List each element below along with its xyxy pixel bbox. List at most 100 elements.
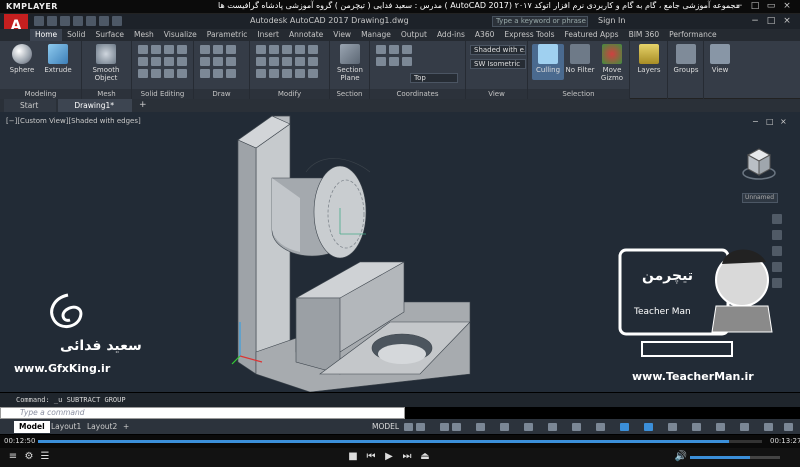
stop-icon[interactable]: ■: [346, 451, 360, 462]
new-tab-button[interactable]: +: [134, 99, 152, 112]
tab-solid[interactable]: Solid: [62, 29, 90, 41]
erase-icon[interactable]: [308, 45, 318, 54]
explode-icon[interactable]: [308, 57, 318, 66]
coordinates-dropdown[interactable]: Top: [410, 73, 458, 83]
customize-status-icon[interactable]: [784, 423, 793, 431]
add-layout-button[interactable]: +: [118, 421, 134, 433]
move-gizmo-button[interactable]: Move Gizmo: [596, 44, 628, 82]
copy-icon[interactable]: [256, 57, 266, 66]
ucs-view-icon[interactable]: [402, 57, 412, 66]
no-filter-button[interactable]: No Filter: [564, 44, 596, 74]
tab-express-tools[interactable]: Express Tools: [499, 29, 559, 41]
tab-surface[interactable]: Surface: [90, 29, 129, 41]
tab-mesh[interactable]: Mesh: [129, 29, 159, 41]
selection-cycling-icon[interactable]: [596, 423, 605, 431]
model-tab[interactable]: Model: [14, 421, 50, 433]
culling-button[interactable]: Culling: [532, 44, 564, 80]
offset-face-icon[interactable]: [177, 69, 187, 78]
intersect-icon[interactable]: [164, 45, 174, 54]
app-close-button[interactable]: ×: [780, 16, 794, 27]
layers-button[interactable]: Layers: [633, 44, 665, 74]
ucs-world-icon[interactable]: [389, 45, 399, 54]
player-fullscreen-button[interactable]: ▭: [764, 1, 778, 12]
isolate-objects-icon[interactable]: [764, 423, 773, 431]
new-icon[interactable]: [34, 16, 44, 26]
object-snap-icon[interactable]: [524, 423, 533, 431]
chamfer-edge-icon[interactable]: [151, 69, 161, 78]
viewport-restore-button[interactable]: □: [766, 117, 774, 126]
tab-view[interactable]: View: [328, 29, 356, 41]
ucs-origin-icon[interactable]: [402, 45, 412, 54]
tab-performance[interactable]: Performance: [664, 29, 722, 41]
volume-icon[interactable]: 🔊: [674, 451, 688, 462]
tab-manage[interactable]: Manage: [356, 29, 396, 41]
save-as-icon[interactable]: [73, 16, 83, 26]
player-close-button[interactable]: ×: [780, 1, 794, 12]
player-maximize-button[interactable]: □: [748, 1, 762, 12]
tab-visualize[interactable]: Visualize: [159, 29, 202, 41]
dynamic-ucs-icon[interactable]: [644, 423, 653, 431]
redo-icon[interactable]: [112, 16, 122, 26]
extrude-button[interactable]: Extrude: [42, 44, 74, 74]
interfere-icon[interactable]: [177, 45, 187, 54]
ellipse-icon[interactable]: [213, 69, 223, 78]
open-file-icon[interactable]: ⏏: [418, 451, 432, 462]
save-icon[interactable]: [60, 16, 70, 26]
tab-featured-apps[interactable]: Featured Apps: [560, 29, 624, 41]
ucs-object-icon[interactable]: [389, 57, 399, 66]
app-restore-button[interactable]: □: [764, 16, 778, 27]
separate-icon[interactable]: [164, 69, 174, 78]
start-tab[interactable]: Start: [4, 99, 57, 112]
tab-annotate[interactable]: Annotate: [284, 29, 328, 41]
smooth-object-button[interactable]: Smooth Object: [90, 44, 122, 82]
viewport-controls-label[interactable]: [−][Custom View][Shaded with edges]: [6, 117, 141, 125]
sphere-button[interactable]: Sphere: [6, 44, 38, 74]
stretch-icon[interactable]: [256, 69, 266, 78]
snap-icon[interactable]: [416, 423, 425, 431]
viewcube[interactable]: [742, 143, 776, 183]
polygon-icon[interactable]: [200, 69, 210, 78]
polar-icon[interactable]: [452, 423, 461, 431]
fillet-edge-icon[interactable]: [138, 69, 148, 78]
workspace-icon[interactable]: [740, 423, 749, 431]
gizmo-icon[interactable]: [692, 423, 701, 431]
app-minimize-button[interactable]: −: [748, 16, 762, 27]
3d-object-snap-icon[interactable]: [620, 423, 629, 431]
layout2-tab[interactable]: Layout2: [82, 421, 122, 433]
spline-icon[interactable]: [226, 69, 236, 78]
menu-icon[interactable]: ≡: [6, 451, 20, 462]
rectangle-icon[interactable]: [213, 57, 223, 66]
3d-rotate-icon[interactable]: [308, 69, 318, 78]
shell-icon[interactable]: [177, 57, 187, 66]
steering-wheel-icon[interactable]: [772, 214, 782, 224]
view-button[interactable]: View: [704, 44, 736, 74]
offset-icon[interactable]: [269, 69, 279, 78]
polyline-icon[interactable]: [213, 45, 223, 54]
plot-icon[interactable]: [86, 16, 96, 26]
move-icon[interactable]: [256, 45, 266, 54]
player-minimize-button[interactable]: −: [732, 1, 746, 12]
play-icon[interactable]: ▶: [382, 451, 396, 462]
subtract-icon[interactable]: [151, 45, 161, 54]
settings-icon[interactable]: ⚙: [22, 451, 36, 462]
visual-style-dropdown[interactable]: Shaded with e...: [470, 45, 526, 55]
tab-bim-360[interactable]: BIM 360: [624, 29, 665, 41]
slice-icon[interactable]: [138, 57, 148, 66]
scale-icon[interactable]: [269, 57, 279, 66]
undo-icon[interactable]: [99, 16, 109, 26]
imprint-icon[interactable]: [164, 57, 174, 66]
view-preset-dropdown[interactable]: SW Isometric: [470, 59, 526, 69]
ortho-icon[interactable]: [440, 423, 449, 431]
array-icon[interactable]: [295, 57, 305, 66]
ucs-face-icon[interactable]: [376, 57, 386, 66]
fillet-icon[interactable]: [282, 57, 292, 66]
ucs-menu-dropdown[interactable]: Unnamed: [742, 193, 778, 203]
groups-button[interactable]: Groups: [670, 44, 702, 74]
layout1-tab[interactable]: Layout1: [46, 421, 86, 433]
selection-filter-icon[interactable]: [668, 423, 677, 431]
3d-move-icon[interactable]: [295, 69, 305, 78]
transparency-icon[interactable]: [572, 423, 581, 431]
align-icon[interactable]: [282, 69, 292, 78]
tab-a360[interactable]: A360: [470, 29, 499, 41]
isodraft-icon[interactable]: [476, 423, 485, 431]
